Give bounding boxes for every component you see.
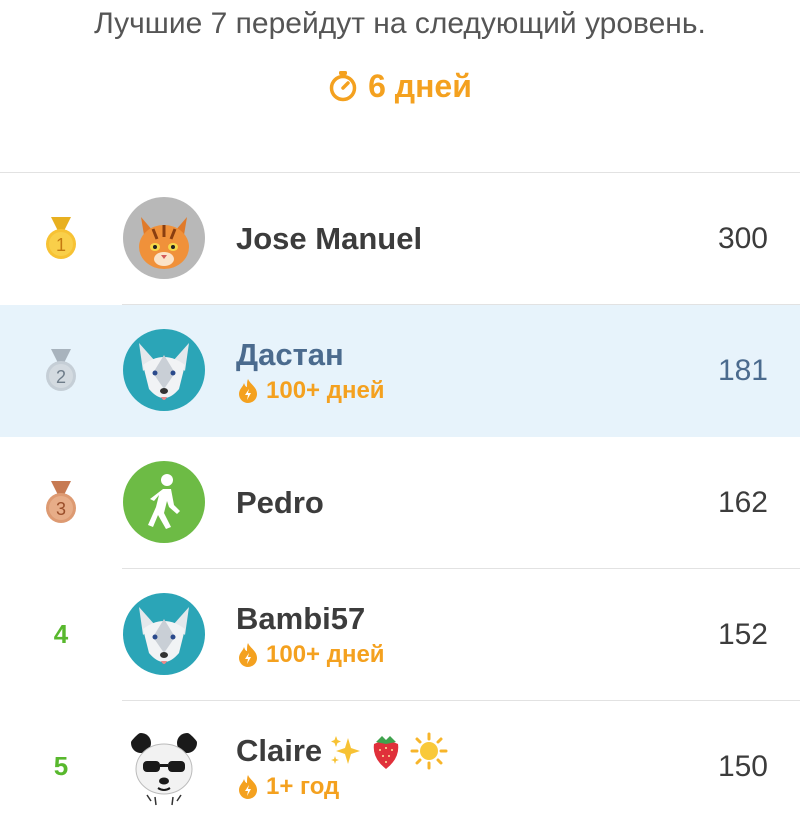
- streak-badge: 100+ дней: [236, 376, 385, 406]
- user-info: Claire 1+ год: [236, 701, 448, 832]
- walking-person-icon: [123, 461, 205, 543]
- rank-cell: 4: [28, 569, 94, 700]
- rank-number: 4: [53, 619, 69, 649]
- user-name: Дастан: [236, 336, 344, 372]
- rank-cell: 1: [28, 173, 94, 304]
- avatar[interactable]: [123, 197, 205, 279]
- streak-badge: 100+ дней: [236, 640, 385, 670]
- user-name-line: Claire: [236, 732, 448, 770]
- streak-badge: 1+ год: [236, 772, 448, 802]
- fire-icon: [239, 378, 257, 403]
- leaderboard-row[interactable]: 5 Claire 1+ год 150: [0, 701, 800, 833]
- avatar[interactable]: [123, 593, 205, 675]
- user-score: 181: [717, 353, 768, 387]
- rank-cell: 3: [28, 437, 94, 568]
- rank-cell: 2: [28, 305, 94, 436]
- user-info: Дастан 100+ дней: [236, 305, 385, 436]
- subtitle: Лучшие 7 перейдут на следующий уровень.: [94, 7, 706, 40]
- avatar[interactable]: [123, 461, 205, 543]
- rank-cell: 5: [28, 701, 94, 832]
- stopwatch-icon: [329, 71, 357, 102]
- gold-medal-icon: 1: [46, 216, 76, 259]
- fire-icon: [239, 642, 257, 667]
- medal-rank-number: 3: [56, 499, 66, 519]
- streak-text: 1+ год: [266, 772, 340, 800]
- bronze-medal-icon: 3: [46, 480, 76, 523]
- user-name: Pedro: [236, 484, 324, 520]
- user-info: Jose Manuel: [236, 173, 422, 304]
- medal-rank-number: 1: [56, 235, 66, 255]
- user-name: Bambi57: [236, 600, 366, 636]
- user-score: 150: [717, 749, 768, 783]
- streak-text: 100+ дней: [266, 376, 385, 404]
- leaderboard-row[interactable]: 3 Pedro 162: [0, 437, 800, 569]
- avatar[interactable]: [123, 725, 205, 807]
- avatar[interactable]: [123, 329, 205, 411]
- wolf-icon: [123, 593, 205, 675]
- sparkles-icon: [328, 734, 362, 768]
- fire-icon: [239, 774, 257, 799]
- panda-icon: [123, 725, 205, 807]
- strawberry-icon: [368, 732, 404, 770]
- sun-icon: [410, 732, 448, 770]
- leaderboard-row-current-user[interactable]: 2 Дастан 100+ дней 181: [0, 305, 800, 437]
- user-score: 300: [717, 221, 768, 255]
- rank-number: 5: [53, 751, 69, 781]
- medal-rank-number: 2: [56, 367, 66, 387]
- user-score: 152: [717, 617, 768, 651]
- silver-medal-icon: 2: [46, 348, 76, 391]
- user-score: 162: [717, 485, 768, 519]
- streak-text: 100+ дней: [266, 640, 385, 668]
- timer-text: 6 дней: [368, 67, 472, 104]
- user-name: Jose Manuel: [236, 220, 423, 256]
- wolf-icon: [123, 329, 205, 411]
- user-info: Pedro: [236, 437, 324, 568]
- user-info: Bambi57 100+ дней: [236, 569, 385, 700]
- user-name: Claire: [236, 732, 323, 768]
- tiger-cat-icon: [123, 197, 205, 279]
- leaderboard-row[interactable]: 1 Jose Manuel 300: [0, 173, 800, 305]
- leaderboard-row[interactable]: 4 Bambi57 100+ дней 152: [0, 569, 800, 701]
- league-timer: 6 дней: [0, 64, 800, 108]
